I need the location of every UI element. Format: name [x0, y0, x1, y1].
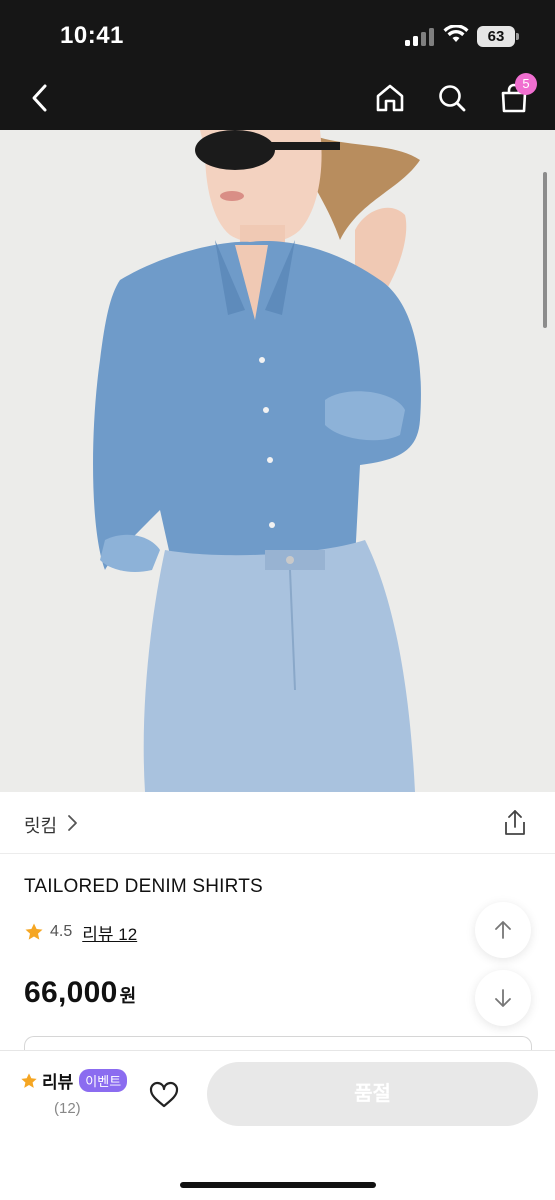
event-badge: 이벤트 [79, 1069, 128, 1092]
cart-button[interactable]: 5 [494, 73, 537, 118]
rating-value: 4.5 [50, 923, 73, 940]
home-button[interactable] [370, 78, 410, 118]
star-icon [25, 923, 43, 940]
wifi-icon [443, 25, 469, 42]
share-button[interactable] [500, 808, 530, 838]
brand-row[interactable]: 릿킴 [0, 792, 555, 854]
rating-row: 4.5 리뷰 12 [24, 920, 137, 944]
scroll-bottom-button[interactable] [475, 970, 531, 1026]
share-icon [505, 810, 525, 835]
arrow-up-icon [495, 921, 511, 939]
review-tab[interactable]: 리뷰 이벤트 (12) [20, 1068, 130, 1124]
product-title: TAILORED DENIM SHIRTS [24, 876, 263, 897]
top-bar: 10:41 63 5 [0, 0, 555, 130]
cart-count-badge: 5 [515, 73, 537, 95]
price-row: 66,000 원 [24, 976, 136, 1010]
signal-icon [405, 28, 435, 46]
heart-icon [149, 1081, 179, 1108]
search-button[interactable] [432, 78, 472, 118]
price-value: 66,000 [24, 976, 118, 1009]
soldout-button[interactable]: 품절 [207, 1062, 538, 1126]
search-icon [439, 85, 466, 112]
home-indicator [180, 1182, 376, 1188]
price-currency: 원 [119, 986, 137, 1006]
wishlist-button[interactable] [148, 1079, 180, 1111]
chevron-right-icon [68, 815, 77, 831]
product-photo [0, 130, 555, 792]
home-icon [376, 84, 404, 112]
back-button[interactable] [20, 78, 60, 118]
status-time: 10:41 [60, 22, 124, 49]
scrollbar[interactable] [543, 172, 547, 328]
review-link[interactable]: 리뷰 12 [82, 920, 137, 945]
review-tab-label: 리뷰 [42, 1073, 74, 1092]
battery-indicator: 63 [477, 26, 519, 47]
product-image[interactable] [0, 130, 555, 792]
scroll-top-button[interactable] [475, 902, 531, 958]
brand-name[interactable]: 릿킴 [24, 812, 57, 838]
chevron-left-icon [32, 84, 47, 112]
review-count: (12) [54, 1100, 81, 1117]
arrow-down-icon [495, 989, 511, 1007]
star-icon [21, 1072, 37, 1088]
